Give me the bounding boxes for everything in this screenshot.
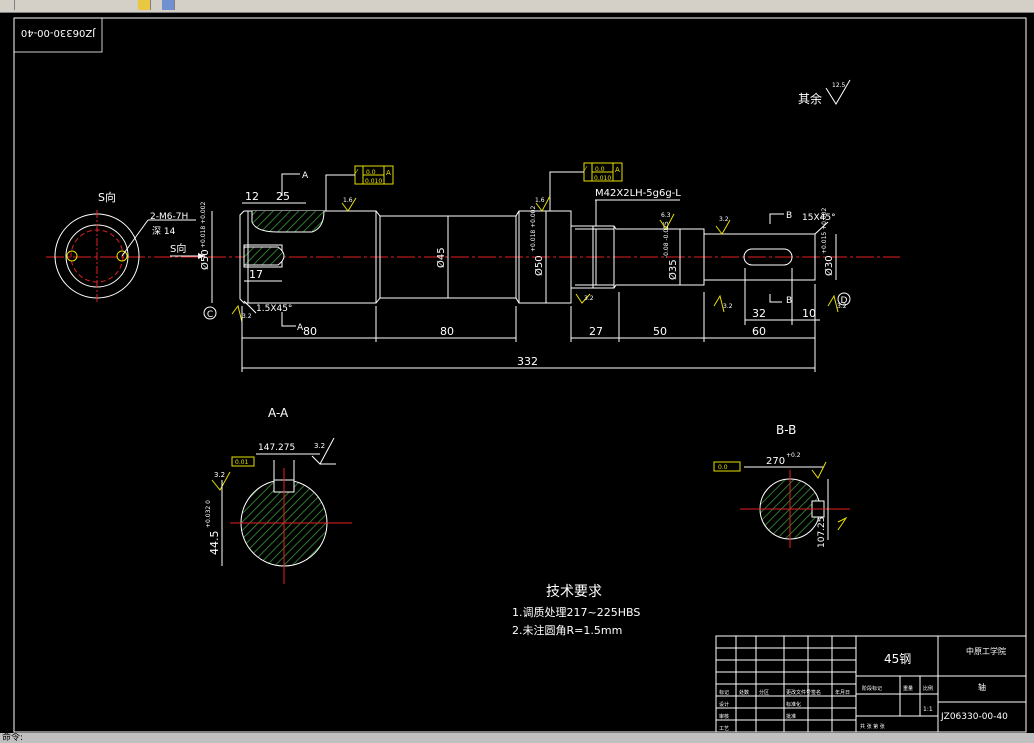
svg-text:工艺: 工艺	[719, 726, 729, 732]
dia-35-tol: -0.08 -0.025	[663, 221, 670, 258]
thread-hole-left	[66, 250, 78, 262]
thread-spec: M42X2LH-5g6g-L	[595, 188, 681, 199]
s-arrow-label: S向	[170, 242, 186, 255]
company: 中原工学院	[966, 646, 1006, 656]
datum-c: C	[207, 310, 213, 320]
drawing-canvas[interactable]: JZ06330-00-40 其余 12.5 S向 2-M6-7H 深 14 S向	[0, 12, 1034, 733]
aa-dia-tol: +0.032 0	[205, 500, 212, 528]
aa-rough: 3.2	[314, 442, 325, 450]
len-80-b: 80	[440, 325, 454, 338]
svg-text:A: A	[615, 166, 620, 174]
svg-text:标准化: 标准化	[786, 701, 801, 708]
svg-text:阶段标记: 阶段标记	[862, 685, 882, 692]
rough-6-3: 6.3	[661, 212, 671, 219]
svg-text:更改文件号: 更改文件号	[786, 689, 811, 696]
dia-50a: Ø50	[199, 249, 211, 270]
dim-12: 12	[245, 190, 259, 203]
tolerance-frame-left: ⁄ 0.0 0.010 A	[325, 165, 394, 211]
svg-text:处数: 处数	[739, 689, 749, 696]
bb-width-tol: +0.2	[786, 452, 801, 459]
dia-45: Ø45	[435, 247, 447, 268]
layers-manager-icon[interactable]	[162, 0, 175, 10]
tech-line-2: 2.未注圆角R=1.5mm	[512, 623, 622, 637]
drawing-no: JZ06330-00-40	[940, 712, 1008, 722]
command-status: 命令:	[0, 733, 1034, 743]
dia-30: Ø30	[823, 255, 835, 276]
len-27: 27	[589, 325, 603, 338]
len-50: 50	[653, 325, 667, 338]
svg-text:重量: 重量	[903, 685, 913, 692]
tolerance-frame-right: ⁄ 0.0 0.010 A	[549, 162, 623, 211]
svg-text:年月日: 年月日	[835, 689, 850, 696]
dia-30-tol: +0.015 +0.002	[821, 208, 828, 254]
section-a-arrow-bottom	[281, 312, 296, 327]
svg-text:0.010: 0.010	[594, 175, 611, 182]
dia-50a-tol: +0.018 +0.002	[200, 202, 207, 248]
svg-text:A: A	[386, 169, 391, 177]
dia-35: Ø35	[667, 259, 679, 280]
material: 45钢	[884, 652, 911, 666]
svg-text:分区: 分区	[759, 689, 769, 696]
section-bb-title: B-B	[776, 423, 796, 437]
svg-text:比例: 比例	[923, 685, 933, 692]
section-b-mark-bottom: B	[786, 296, 792, 306]
svg-text:0.010: 0.010	[365, 178, 382, 185]
rough-3-2-a: 3.2	[719, 216, 729, 223]
aa-width: 147.275	[258, 443, 295, 453]
svg-text:审核: 审核	[719, 713, 729, 720]
part-name: 轴	[978, 682, 986, 692]
len-80-a: 80	[303, 325, 317, 338]
svg-text:标记: 标记	[719, 689, 729, 696]
bb-height: 107.25	[817, 517, 827, 549]
section-b-mark-top: B	[786, 211, 792, 221]
rough-1-6-a: 1.6	[343, 197, 353, 204]
frame-code: JZ06330-00-40	[21, 27, 96, 38]
rough-1-6-b: 1.6	[535, 197, 545, 204]
section-aa-title: A-A	[268, 406, 289, 420]
layer-icon[interactable]	[138, 0, 151, 10]
thread-holes-spec: 2-M6-7H	[150, 212, 188, 222]
svg-text:共 张 第 张: 共 张 第 张	[860, 723, 885, 730]
bb-width: 270	[766, 456, 785, 467]
chamfer-left: 1.5X45°	[256, 304, 292, 314]
rough-3-2-e: 3.2	[242, 313, 252, 320]
toolbar-dropdown[interactable]	[2, 0, 15, 10]
svg-text:0.0: 0.0	[595, 166, 605, 173]
s-view-label: S向	[98, 190, 116, 204]
aa-rough-2: 3.2	[214, 471, 225, 479]
rough-3-2-b: 3.2	[584, 295, 594, 302]
keyway-a-section-hatch	[251, 210, 325, 233]
dia-50b: Ø50	[533, 255, 545, 276]
svg-text:0.0: 0.0	[366, 169, 376, 176]
aa-key-tol: 0.01	[235, 459, 249, 466]
thread-hole-hatch	[243, 246, 285, 266]
other-roughness-label: 其余	[798, 91, 822, 106]
len-10: 10	[802, 307, 816, 320]
section-b-arrow-bottom	[769, 294, 782, 303]
rough-3-2-c: 3.2	[723, 303, 733, 310]
dia-50b-tol: +0.018 +0.002	[530, 206, 537, 252]
other-roughness-value: 12.5	[832, 82, 846, 89]
len-total: 332	[517, 355, 538, 368]
thread-depth-spec: 深 14	[152, 226, 176, 237]
svg-text:签名: 签名	[811, 689, 821, 696]
section-b-arrow-top	[769, 213, 784, 224]
len-60: 60	[752, 325, 766, 338]
len-32: 32	[752, 307, 766, 320]
tech-title: 技术要求	[546, 584, 602, 600]
section-a-mark-top: A	[302, 171, 309, 181]
svg-text:设计: 设计	[719, 701, 729, 708]
rough-3-2-d: 3.2	[837, 303, 847, 310]
dim-25: 25	[276, 190, 290, 203]
scale: 1:1	[923, 706, 933, 713]
chamfer-right: 15X45°	[802, 213, 836, 223]
svg-text:批准: 批准	[786, 713, 796, 720]
aa-dia: 44.5	[208, 531, 221, 556]
bb-key-tol: 0.0	[718, 464, 728, 471]
dim-17: 17	[249, 268, 263, 281]
tech-line-1: 1.调质处理217~225HBS	[512, 606, 640, 619]
